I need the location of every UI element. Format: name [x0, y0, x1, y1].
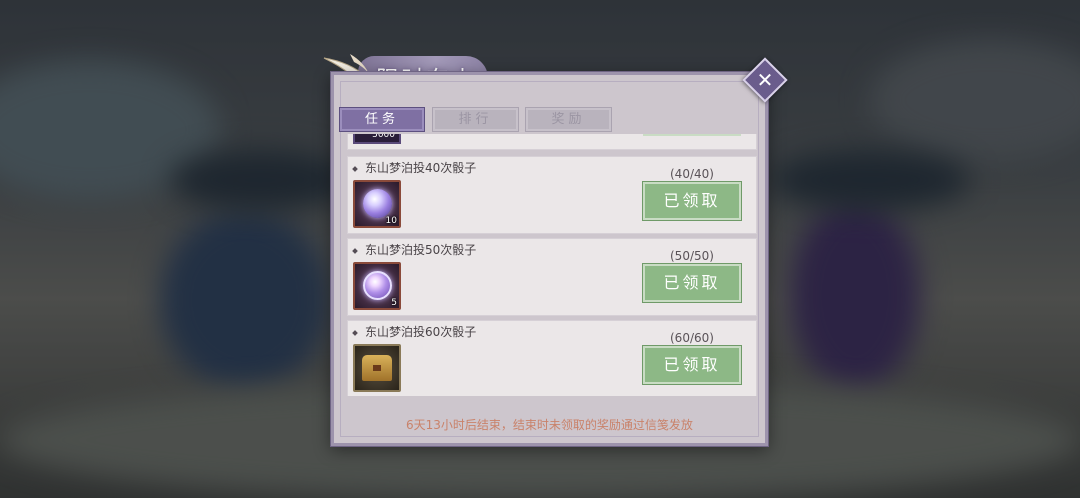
task-name: 东山梦泊投40次骰子 [365, 161, 477, 175]
reward-item-icon[interactable]: 5000 [353, 134, 401, 144]
claimed-button[interactable]: 已领取 [643, 264, 741, 302]
tab-ranking[interactable]: 排行 [432, 107, 519, 132]
tab-tasks[interactable]: 任务 [339, 107, 425, 132]
bullet-icon [352, 165, 358, 172]
task-name: 东山梦泊投50次骰子 [365, 243, 477, 257]
task-progress: (60/60) [670, 331, 714, 345]
list-item: 5000 [347, 134, 757, 150]
tab-rewards[interactable]: 奖励 [525, 107, 612, 132]
crystal-orb-icon[interactable]: 5 [353, 262, 401, 310]
list-item: 东山梦泊投40次骰子 (40/40) 10 已领取 [347, 156, 757, 234]
treasure-chest-icon[interactable] [353, 344, 401, 392]
item-quantity: 5000 [372, 134, 395, 140]
claimed-button[interactable]: 已领取 [643, 182, 741, 220]
task-list[interactable]: 5000 东山梦泊投40次骰子 (40/40) 10 已领取 东山梦泊投50次骰… [347, 134, 757, 396]
claimed-button[interactable] [643, 134, 741, 136]
close-icon[interactable]: ✕ [756, 68, 774, 92]
item-quantity: 5 [391, 298, 397, 308]
item-quantity: 10 [385, 216, 397, 226]
list-item: 东山梦泊投50次骰子 (50/50) 5 已领取 [347, 238, 757, 316]
list-item: 东山梦泊投60次骰子 (60/60) 已领取 [347, 320, 757, 396]
event-end-notice: 6天13小时后结束，结束时未领取的奖励通过信笺发放 [406, 418, 693, 432]
task-name: 东山梦泊投60次骰子 [365, 325, 477, 339]
claimed-button[interactable]: 已领取 [643, 346, 741, 384]
bullet-icon [352, 247, 358, 254]
bullet-icon [352, 329, 358, 336]
task-progress: (40/40) [670, 167, 714, 181]
task-progress: (50/50) [670, 249, 714, 263]
purple-orb-pendant-icon[interactable]: 10 [353, 180, 401, 228]
